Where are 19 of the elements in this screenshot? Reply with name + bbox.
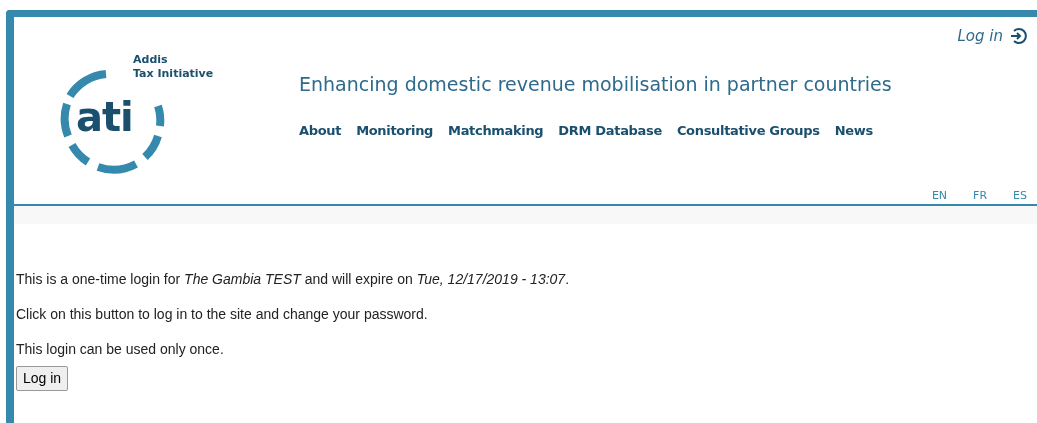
logo-name: Addis [133, 53, 169, 67]
logo-mark: ati [76, 97, 133, 137]
nav-link[interactable]: Matchmaking [448, 121, 544, 141]
nav-link[interactable]: Monitoring [356, 121, 434, 141]
language-link[interactable]: ES [1013, 188, 1027, 205]
nav-link[interactable]: DRM Database [558, 121, 662, 141]
language-link[interactable]: FR [973, 188, 988, 205]
nav-link[interactable]: News [834, 121, 873, 141]
login-button[interactable]: Log in [16, 366, 69, 391]
login-icon [1009, 27, 1027, 46]
message-text: Click on this button to log in to the site and change your password. [16, 305, 429, 324]
nav-link[interactable]: Consultative Groups [676, 121, 820, 141]
language-link[interactable]: EN [931, 188, 948, 205]
logo-name: Tax Initiative [133, 67, 214, 81]
message-text: This login can be used only once. [16, 340, 225, 359]
site-tagline: Enhancing domestic revenue mobilisation in partner countries [299, 72, 892, 97]
message-text: This is a one-time login for The Gambia TEST and will expire on Tue, 12/17/2019 - 13:07. [16, 270, 571, 289]
login-link[interactable]: Log in [957, 25, 1003, 48]
nav-link[interactable]: About [299, 121, 342, 141]
